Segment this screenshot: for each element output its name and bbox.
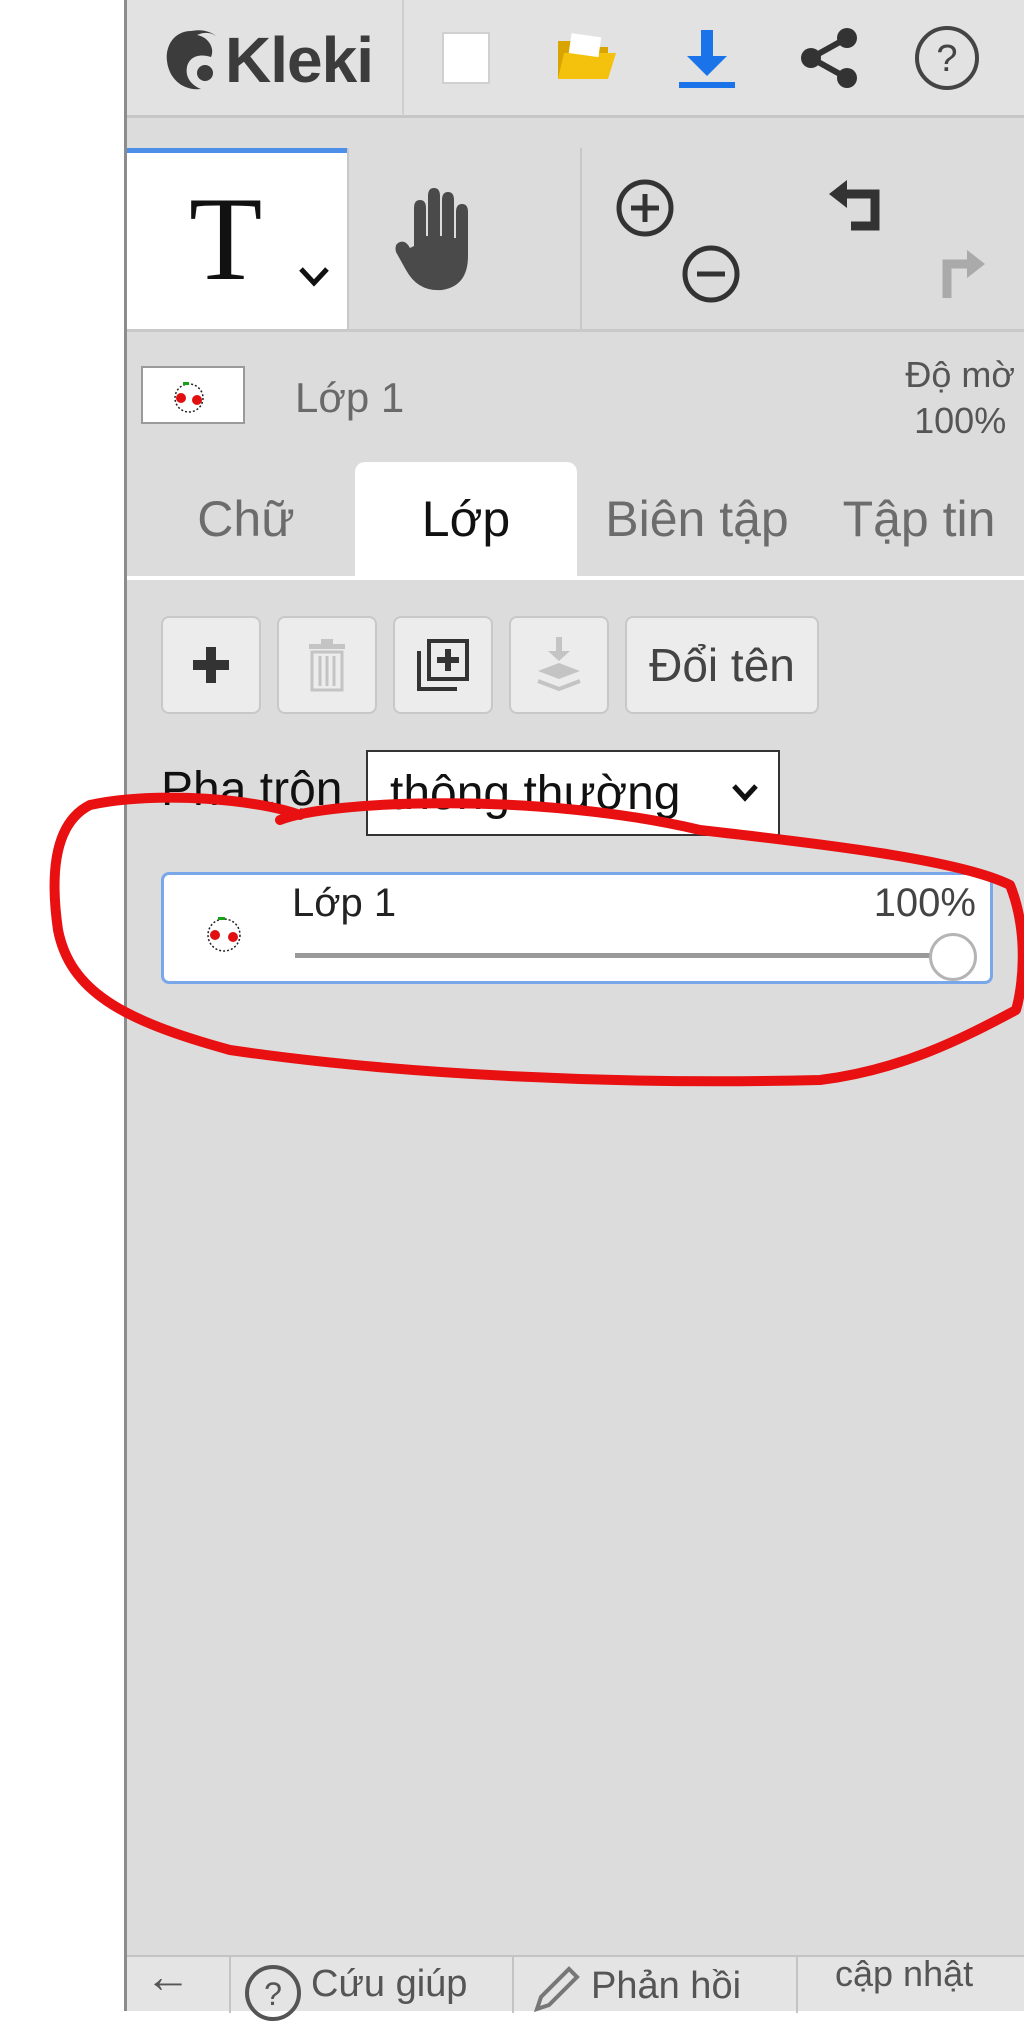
help-link-label: Cứu giúp xyxy=(311,1963,468,2005)
duplicate-layer-icon xyxy=(417,639,469,691)
opacity-value: 100% xyxy=(914,400,1007,441)
kleki-logo[interactable]: Kleki xyxy=(161,22,374,98)
divider xyxy=(580,148,582,329)
rename-layer-button[interactable]: Đổi tên xyxy=(625,616,819,714)
hand-tool-icon xyxy=(395,188,468,291)
top-bar: Kleki ? xyxy=(127,0,1024,118)
help-icon: ? xyxy=(915,26,979,90)
help-icon: ? xyxy=(245,1965,301,2021)
current-layer-name: Lớp 1 xyxy=(295,374,405,421)
update-link[interactable]: cập nhật xyxy=(835,1953,973,2009)
back-button[interactable]: ← xyxy=(145,1949,191,2005)
merge-down-button[interactable] xyxy=(509,616,609,714)
layer-thumbnail xyxy=(184,901,272,963)
share-icon xyxy=(801,28,857,88)
chevron-down-icon[interactable] xyxy=(297,265,331,289)
download-icon xyxy=(679,30,735,88)
text-tool-icon: T xyxy=(189,172,263,305)
chevron-down-icon xyxy=(732,784,758,802)
side-panel: Kleki ? T Lớp 1 Độ mờ 100% Chữ Lớp Biên … xyxy=(124,0,1024,2021)
layer-list-item[interactable]: Lớp 1 100% xyxy=(161,872,993,984)
hand-tool-button[interactable] xyxy=(392,186,488,301)
delete-layer-icon xyxy=(309,639,345,692)
layer-name: Lớp 1 xyxy=(292,881,397,925)
tab-text[interactable]: Chữ xyxy=(141,462,351,576)
svg-text:?: ? xyxy=(936,38,957,80)
layer-opacity-slider[interactable] xyxy=(295,953,953,958)
blend-mode-select[interactable]: thông thường xyxy=(366,750,780,836)
divider xyxy=(796,1957,798,2013)
zoom-buttons[interactable] xyxy=(613,178,743,313)
layer-thumbnail xyxy=(141,366,245,424)
help-button[interactable]: ? xyxy=(911,22,983,94)
layer-opacity-readout: Độ mờ 100% xyxy=(905,352,1015,444)
duplicate-layer-button[interactable] xyxy=(393,616,493,714)
zoom-icon xyxy=(616,179,740,303)
share-button[interactable] xyxy=(793,22,865,94)
delete-layer-button[interactable] xyxy=(277,616,377,714)
divider xyxy=(402,0,404,116)
undo-redo-buttons[interactable] xyxy=(827,178,987,313)
new-file-icon xyxy=(442,32,490,84)
divider xyxy=(512,1957,514,2013)
layer-opacity-value: 100% xyxy=(873,881,976,925)
pen-icon xyxy=(533,1966,580,2013)
current-layer-info: Lớp 1 Độ mờ 100% xyxy=(127,332,1024,462)
slider-handle[interactable] xyxy=(929,933,977,981)
blend-mode-label: Pha trộn xyxy=(161,763,343,816)
open-file-button[interactable] xyxy=(551,22,623,94)
layer-preview-image xyxy=(174,382,204,413)
tab-file[interactable]: Tập tin xyxy=(817,462,1021,576)
kleki-logo-icon xyxy=(166,30,217,90)
feedback-link-label: Phản hồi xyxy=(591,1965,742,2007)
logo-text: Kleki xyxy=(225,24,374,96)
bottom-bar: ← ? Cứu giúp Phản hồi cập nhật xyxy=(127,1950,1024,2021)
download-button[interactable] xyxy=(671,22,743,94)
open-folder-icon xyxy=(558,33,616,79)
text-tool-button[interactable]: T xyxy=(127,148,347,329)
drawing-canvas[interactable] xyxy=(0,0,124,2011)
add-layer-icon xyxy=(193,647,229,683)
blend-mode-value: thông thường xyxy=(390,766,681,820)
divider xyxy=(229,1957,231,2013)
new-file-button[interactable] xyxy=(430,22,502,94)
layer-preview-image xyxy=(207,917,241,952)
opacity-label: Độ mờ xyxy=(905,354,1015,395)
tab-edit[interactable]: Biên tập xyxy=(581,462,813,576)
add-layer-button[interactable] xyxy=(161,616,261,714)
svg-text:?: ? xyxy=(264,1976,282,2012)
tab-layers[interactable]: Lớp xyxy=(355,462,577,576)
divider xyxy=(347,148,349,329)
panel-tabs: Chữ Lớp Biên tập Tập tin xyxy=(127,462,1024,580)
feedback-link[interactable]: Phản hồi xyxy=(531,1965,741,2021)
tool-row: T xyxy=(127,148,1024,332)
undo-redo-icon xyxy=(829,180,985,298)
merge-down-icon xyxy=(537,637,581,692)
